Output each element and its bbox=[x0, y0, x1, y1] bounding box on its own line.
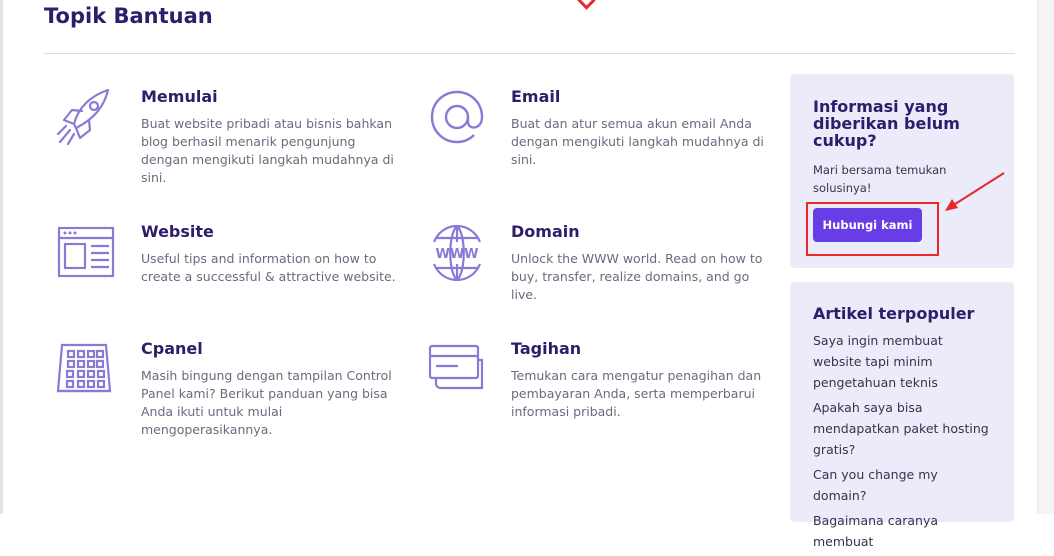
popular-articles-card: Artikel terpopuler Saya ingin membuat we… bbox=[790, 282, 1014, 549]
article-link[interactable]: Can you change my domain? bbox=[813, 464, 993, 506]
title-divider bbox=[44, 53, 1015, 54]
topic-domain[interactable]: Domain Unlock the WWW world. Read on how… bbox=[511, 222, 771, 304]
topic-tagihan[interactable]: Tagihan Temukan cara mengatur penagihan … bbox=[511, 339, 771, 421]
topic-memulai[interactable]: Memulai Buat website pribadi atau bisnis… bbox=[141, 87, 401, 187]
topic-description: Unlock the WWW world. Read on how to buy… bbox=[511, 251, 763, 302]
scrollbar-track[interactable] bbox=[1037, 0, 1054, 514]
topic-cpanel[interactable]: Cpanel Masih bingung dengan tampilan Con… bbox=[141, 339, 401, 439]
topic-title[interactable]: Memulai bbox=[141, 87, 401, 107]
topic-title[interactable]: Website bbox=[141, 222, 401, 242]
topic-description: Temukan cara mengatur penagihan dan pemb… bbox=[511, 368, 762, 419]
webpage-icon bbox=[57, 226, 115, 278]
globe-www-icon: WWW bbox=[432, 224, 482, 282]
popular-articles-heading: Artikel terpopuler bbox=[813, 304, 975, 323]
credit-card-icon bbox=[428, 344, 484, 390]
annotation-highlight-box bbox=[806, 202, 939, 256]
annotation-marker bbox=[577, 0, 596, 10]
control-panel-icon bbox=[56, 343, 112, 393]
topic-description: Masih bingung dengan tampilan Control Pa… bbox=[141, 368, 392, 437]
rocket-icon bbox=[56, 88, 110, 146]
topic-description: Buat website pribadi atau bisnis bahkan … bbox=[141, 116, 394, 185]
topic-title[interactable]: Tagihan bbox=[511, 339, 771, 359]
topic-title[interactable]: Domain bbox=[511, 222, 771, 242]
article-link[interactable]: Apakah saya bisa mendapatkan paket hosti… bbox=[813, 397, 993, 460]
article-link[interactable]: Saya ingin membuat website tapi minim pe… bbox=[813, 330, 993, 393]
topic-title[interactable]: Cpanel bbox=[141, 339, 401, 359]
annotation-arrow-icon bbox=[945, 172, 1005, 211]
page-left-border bbox=[0, 0, 3, 514]
svg-text:WWW: WWW bbox=[435, 247, 478, 262]
help-card-heading: Informasi yang diberikan belum cukup? bbox=[813, 97, 960, 150]
popular-articles-list: Saya ingin membuat website tapi minim pe… bbox=[813, 330, 993, 556]
topic-title[interactable]: Email bbox=[511, 87, 771, 107]
article-link[interactable]: Bagaimana caranya membuat bbox=[813, 510, 993, 552]
topic-website[interactable]: Website Useful tips and information on h… bbox=[141, 222, 401, 286]
topic-email[interactable]: Email Buat dan atur semua akun email And… bbox=[511, 87, 771, 169]
topic-description: Buat dan atur semua akun email Anda deng… bbox=[511, 116, 764, 167]
at-sign-icon bbox=[430, 90, 484, 144]
topic-description: Useful tips and information on how to cr… bbox=[141, 251, 396, 284]
page-title: Topik Bantuan bbox=[44, 4, 213, 28]
